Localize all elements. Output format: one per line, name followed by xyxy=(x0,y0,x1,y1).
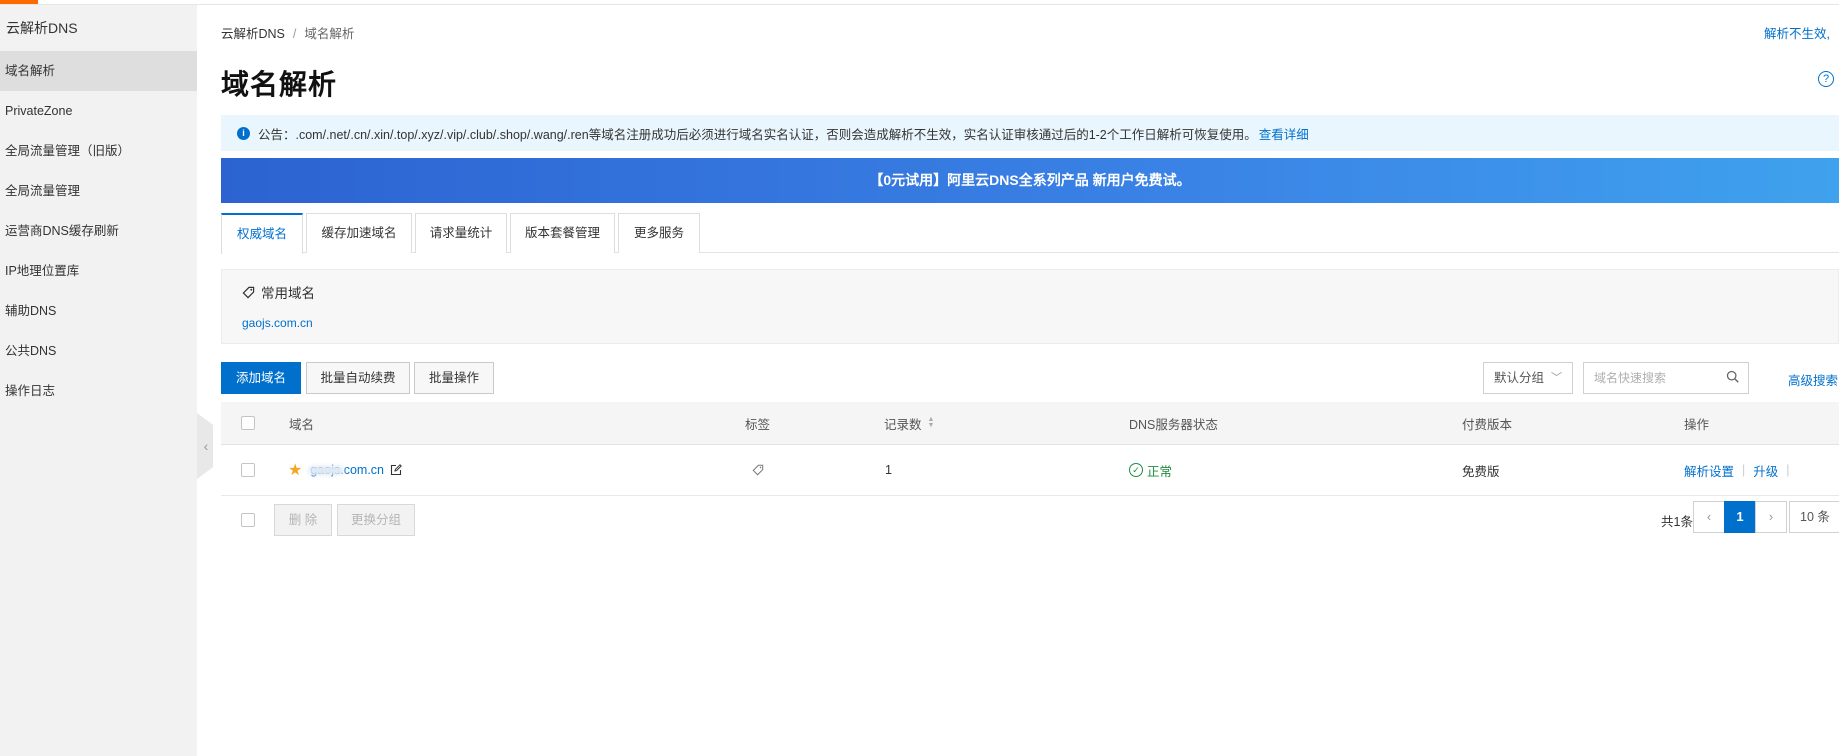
tab-request-stats[interactable]: 请求量统计 xyxy=(415,213,507,253)
breadcrumb-root[interactable]: 云解析DNS xyxy=(221,27,285,41)
sidebar-item-public-dns[interactable]: 公共DNS xyxy=(0,331,197,371)
resolve-settings-link[interactable]: 解析设置 xyxy=(1684,461,1734,480)
status-text: 正常 xyxy=(1147,464,1173,479)
sidebar-collapse-handle[interactable]: ‹ xyxy=(197,413,213,479)
sidebar-item-ip-geo[interactable]: IP地理位置库 xyxy=(0,251,197,291)
tab-bar: 权威域名 缓存加速域名 请求量统计 版本套餐管理 更多服务 xyxy=(221,213,1839,254)
sort-icon[interactable]: ▲ ▼ xyxy=(928,416,935,429)
group-select[interactable]: 默认分组 ﹀ xyxy=(1483,362,1573,394)
footer-select xyxy=(241,496,255,544)
tag-icon xyxy=(242,286,255,298)
sidebar: 云解析DNS 域名解析 PrivateZone 全局流量管理（旧版） 全局流量管… xyxy=(0,5,197,756)
sidebar-item-domain-resolve[interactable]: 域名解析 xyxy=(0,51,197,91)
divider: | xyxy=(1786,463,1790,477)
domain-table: 域名 标签 记录数 ▲ ▼ DNS服务器状态 付费版本 操作 ★ gaojs.com… xyxy=(221,402,1839,544)
common-domains-title: 常用域名 xyxy=(261,286,315,301)
footer-checkbox[interactable] xyxy=(241,513,255,527)
upgrade-link[interactable]: 升级 xyxy=(1753,461,1778,480)
header-select-all xyxy=(241,402,255,444)
header-edition: 付费版本 xyxy=(1462,417,1513,432)
table-row: ★ gaojs.com.cn 1 ✓ 正常 免费版 解析设置 | 升级 | xyxy=(221,445,1839,496)
redaction-blur xyxy=(308,466,345,475)
change-group-button[interactable]: 更换分组 xyxy=(337,504,415,536)
notice-text: 公告：.com/.net/.cn/.xin/.top/.xyz/.vip/.cl… xyxy=(258,127,1257,142)
row-domain-link[interactable]: gaojs.com.cn xyxy=(308,463,384,477)
advanced-search-link[interactable]: 高级搜索 xyxy=(1788,370,1838,389)
header-dns-status: DNS服务器状态 xyxy=(1129,417,1218,432)
promo-banner[interactable]: 【0元试用】阿里云DNS全系列产品 新用户免费试。 xyxy=(221,158,1839,203)
help-link[interactable]: 解析不生效, xyxy=(1764,23,1830,42)
header-records[interactable]: 记录数 ▲ ▼ xyxy=(884,402,934,444)
notice-detail-link[interactable]: 查看详细 xyxy=(1259,124,1309,143)
breadcrumb-current: 域名解析 xyxy=(304,27,355,41)
star-icon[interactable]: ★ xyxy=(288,460,302,480)
page-title: 域名解析 xyxy=(221,68,338,101)
table-footer: 删 除 更换分组 共1条 ‹ 1 › 10 条 xyxy=(221,496,1839,544)
page-size-select[interactable]: 10 条 xyxy=(1789,501,1839,533)
header-domain: 域名 xyxy=(289,417,315,432)
brand-accent xyxy=(0,0,38,4)
sidebar-item-gtm[interactable]: 全局流量管理 xyxy=(0,171,197,211)
check-circle-icon: ✓ xyxy=(1129,463,1143,477)
header-records-label: 记录数 xyxy=(884,417,922,432)
delete-button[interactable]: 删 除 xyxy=(274,504,332,536)
row-select xyxy=(241,445,255,495)
sidebar-item-secondary-dns[interactable]: 辅助DNS xyxy=(0,291,197,331)
breadcrumb-separator: / xyxy=(292,27,297,41)
table-header: 域名 标签 记录数 ▲ ▼ DNS服务器状态 付费版本 操作 xyxy=(221,402,1839,445)
tag-icon[interactable] xyxy=(752,464,764,476)
chevron-left-icon: ‹ xyxy=(203,438,209,454)
header-operations: 操作 xyxy=(1684,417,1710,432)
sidebar-item-operation-log[interactable]: 操作日志 xyxy=(0,371,197,411)
chevron-left-icon: ‹ xyxy=(1706,509,1712,524)
search-icon[interactable] xyxy=(1726,370,1740,384)
common-domain-link[interactable]: gaojs.com.cn xyxy=(242,316,313,330)
main-content: 云解析DNS / 域名解析 解析不生效, 域名解析 ? i 公告：.com/.net… xyxy=(221,5,1839,756)
chevron-down-icon: ﹀ xyxy=(1551,372,1562,384)
sidebar-item-cache-refresh[interactable]: 运营商DNS缓存刷新 xyxy=(0,211,197,251)
tab-cache-accelerate[interactable]: 缓存加速域名 xyxy=(306,213,412,253)
select-all-checkbox[interactable] xyxy=(241,416,255,430)
tab-authoritative[interactable]: 权威域名 xyxy=(221,213,303,254)
header-tag: 标签 xyxy=(745,417,771,432)
sidebar-title: 云解析DNS xyxy=(6,20,78,36)
tab-more-services[interactable]: 更多服务 xyxy=(618,213,700,253)
row-operations: 解析设置 | 升级 | xyxy=(1684,445,1798,495)
row-dns-status: ✓ 正常 xyxy=(1129,445,1172,495)
info-icon: i xyxy=(237,126,250,140)
pager-prev-button[interactable]: ‹ xyxy=(1693,501,1725,533)
row-tag-cell xyxy=(752,445,764,495)
notice-bar: i 公告：.com/.net/.cn/.xin/.top/.xyz/.vip/.… xyxy=(221,115,1839,151)
help-icon[interactable]: ? xyxy=(1818,71,1834,87)
row-domain-cell: ★ gaojs.com.cn xyxy=(288,445,402,495)
row-edition: 免费版 xyxy=(1462,464,1500,479)
auto-renew-button[interactable]: 批量自动续费 xyxy=(306,362,410,394)
breadcrumb: 云解析DNS / 域名解析 xyxy=(221,23,354,42)
edit-icon[interactable] xyxy=(390,464,402,476)
sidebar-item-privatezone[interactable]: PrivateZone xyxy=(0,91,197,131)
row-records: 1 xyxy=(885,463,892,477)
divider: | xyxy=(1742,463,1746,477)
search-input[interactable] xyxy=(1584,363,1714,393)
pager-next-button[interactable]: › xyxy=(1755,501,1787,533)
pager-total: 共1条 xyxy=(1661,515,1693,529)
row-checkbox[interactable] xyxy=(241,463,255,477)
batch-operation-button[interactable]: 批量操作 xyxy=(414,362,494,394)
pager-page-1[interactable]: 1 xyxy=(1724,501,1756,533)
search-box[interactable] xyxy=(1583,362,1749,394)
add-domain-button[interactable]: 添加域名 xyxy=(221,362,301,394)
group-select-value: 默认分组 xyxy=(1494,371,1545,385)
sidebar-item-gtm-legacy[interactable]: 全局流量管理（旧版） xyxy=(0,131,197,171)
common-domains-panel: 常用域名 gaojs.com.cn xyxy=(221,269,1839,344)
common-domains-heading: 常用域名 xyxy=(242,282,315,302)
tab-package-manage[interactable]: 版本套餐管理 xyxy=(510,213,615,253)
chevron-right-icon: › xyxy=(1768,509,1774,524)
